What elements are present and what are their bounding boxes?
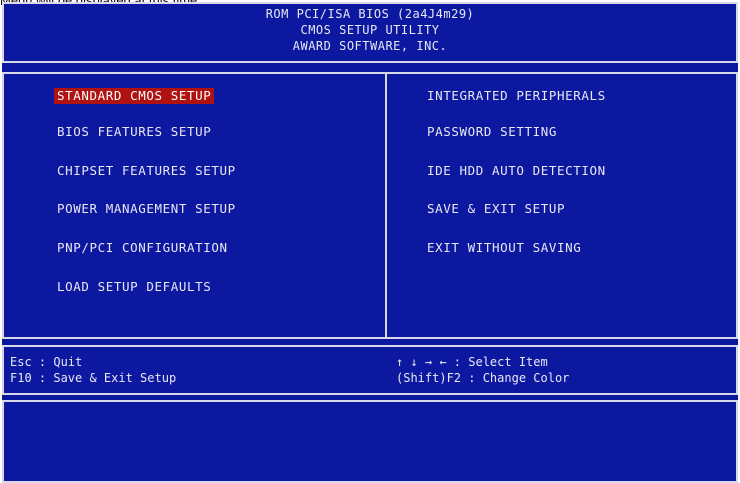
utility-title: CMOS SETUP UTILITY — [300, 23, 440, 37]
menu-item-load-setup-defaults[interactable]: LOAD SETUP DEFAULTS — [54, 279, 214, 295]
help-f10-save-exit: F10 : Save & Exit Setup — [10, 371, 177, 385]
menu-item-ide-hdd-auto-detection[interactable]: IDE HDD AUTO DETECTION — [424, 163, 609, 179]
menu-item-password-setting[interactable]: PASSWORD SETTING — [424, 124, 560, 140]
help-arrows-select: ↑ ↓ → ← : Select Item — [396, 355, 548, 369]
bios-setup-screen: ROM PCI/ISA BIOS (2a4J4m29) CMOS SETUP U… — [2, 2, 738, 483]
menu-item-standard-cmos-setup[interactable]: STANDARD CMOS SETUP — [54, 88, 215, 104]
menu-item-chipset-features-setup[interactable]: CHIPSET FEATURES SETUP — [54, 163, 239, 179]
menu-divider — [385, 72, 387, 339]
vendor-name: AWARD SOFTWARE, INC. — [292, 39, 448, 53]
description-box — [2, 400, 738, 483]
help-shift-f2-color: (Shift)F2 : Change Color — [396, 371, 570, 385]
bios-version-line: ROM PCI/ISA BIOS (2a4J4m29) — [265, 7, 475, 21]
key-help-bar: Esc : Quit F10 : Save & Exit Setup ↑ ↓ →… — [2, 345, 738, 395]
menu-item-exit-without-saving[interactable]: EXIT WITHOUT SAVING — [424, 240, 584, 256]
menu-item-integrated-peripherals[interactable]: INTEGRATED PERIPHERALS — [424, 88, 609, 104]
menu-item-bios-features-setup[interactable]: BIOS FEATURES SETUP — [54, 124, 214, 140]
help-esc-quit: Esc : Quit — [10, 355, 83, 369]
menu-item-power-management-setup[interactable]: POWER MANAGEMENT SETUP — [54, 201, 239, 217]
menu-item-pnp-pci-configuration[interactable]: PNP/PCI CONFIGURATION — [54, 240, 231, 256]
bios-header: ROM PCI/ISA BIOS (2a4J4m29) CMOS SETUP U… — [2, 2, 738, 63]
menu-item-save-and-exit-setup[interactable]: SAVE & EXIT SETUP — [424, 201, 568, 217]
